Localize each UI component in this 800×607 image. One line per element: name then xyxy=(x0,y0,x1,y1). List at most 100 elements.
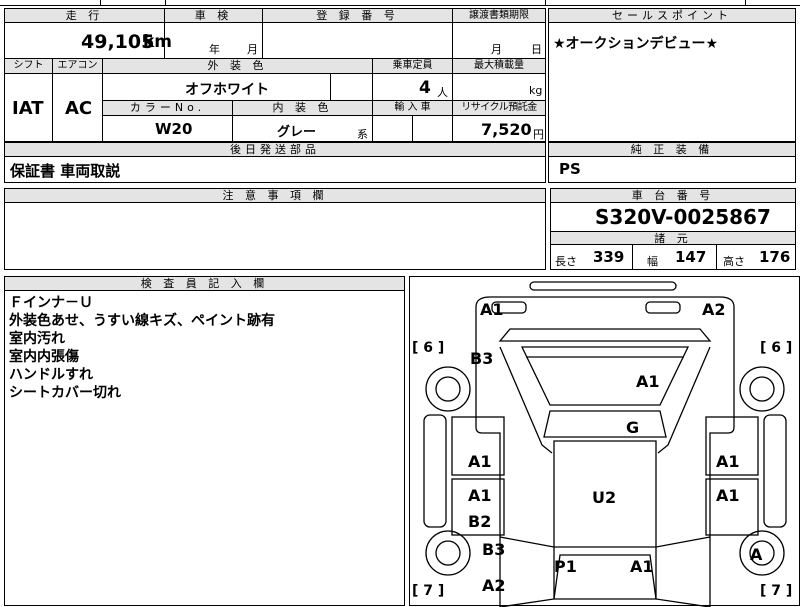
later-shipping-box: 後日発送部品 保証書 車両取説 xyxy=(4,142,546,183)
damage-mark-rear-right-tire: A xyxy=(750,545,763,564)
damage-mark-rear-left-door: A1 xyxy=(468,486,492,505)
headlight-right xyxy=(645,301,681,314)
spec-length-label: 長さ xyxy=(555,255,577,268)
inspection-header: 車 検 xyxy=(165,9,263,23)
tire-rear-left-depth: [ 7 ] xyxy=(412,583,445,599)
mileage-cell: 49,105 km xyxy=(5,23,172,59)
tire-front-left-inner xyxy=(435,376,461,402)
tire-front-right-inner xyxy=(749,376,775,402)
chassis-header: 車 台 番 号 xyxy=(551,189,795,203)
rear-body-shape xyxy=(499,536,555,607)
interior-color-header: 内 装 色 xyxy=(233,101,373,116)
capacity-unit: 人 xyxy=(437,86,448,99)
inspector-notes-list: Ｆインナ－Ｕ 外装色あせ、うすい線キズ、ペイント跡有 室内汚れ 室内内張傷 ハン… xyxy=(9,294,399,402)
inspector-note-line: シートカバー切れ xyxy=(9,385,121,401)
inspection-year: 年 xyxy=(209,43,220,56)
import-cell-b xyxy=(413,116,453,142)
recycle-fee-unit: 円 xyxy=(533,128,544,141)
spec-length-cell: 長さ 339 xyxy=(551,245,633,269)
damage-mark-front-left-corner: A1 xyxy=(480,300,504,319)
color-no-cell: W20 xyxy=(103,116,233,142)
damage-mark-rear-left-panel: P1 xyxy=(554,557,577,576)
transfer-deadline-header: 譲渡書類期限 xyxy=(453,9,545,23)
transfer-deadline-cell: 月 日 xyxy=(453,23,545,59)
chassis-box: 車 台 番 号 S320V-0025867 諸 元 長さ 339 幅 147 高… xyxy=(550,188,796,270)
registration-header: 登 録 番 号 xyxy=(263,9,453,23)
damage-mark-rear-right-door: A1 xyxy=(716,486,740,505)
damage-mark-front-left-fender: B3 xyxy=(470,349,494,368)
max-load-header: 最大積載量 xyxy=(453,59,545,74)
inspection-cell: 年 月 xyxy=(165,23,263,59)
damage-mark-rear-left-corner: A2 xyxy=(482,576,506,595)
vehicle-info-grid: 走 行 車 検 登 録 番 号 譲渡書類期限 49,105 km 年 月 月 日… xyxy=(4,8,546,142)
inspector-note-line: 室内汚れ xyxy=(9,331,65,347)
aircon-value: AC xyxy=(65,98,93,119)
spec-width-cell: 幅 147 xyxy=(633,245,717,269)
exterior-color-value: オフホワイト xyxy=(185,82,269,98)
damage-mark-hood: A1 xyxy=(636,372,660,391)
tire-front-left xyxy=(425,366,471,412)
color-no-value: W20 xyxy=(155,120,193,138)
exterior-color-extra xyxy=(331,74,373,101)
equipment-header: 純 正 装 備 xyxy=(549,143,795,157)
max-load-unit: kg xyxy=(529,84,543,97)
later-shipping-header: 後日発送部品 xyxy=(5,143,545,157)
transfer-month: 月 xyxy=(491,43,502,56)
exterior-color-cell: オフホワイト xyxy=(103,74,331,101)
sales-point-header: セールスポイント xyxy=(549,9,795,23)
tire-rear-left-inner xyxy=(435,540,461,566)
inspector-notes-box: 検 査 員 記 入 欄 Ｆインナ－Ｕ 外装色あせ、うすい線キズ、ペイント跡有 室… xyxy=(4,276,405,606)
damage-mark-front-right-door: A1 xyxy=(716,452,740,471)
max-load-cell: kg xyxy=(453,74,545,101)
registration-cell xyxy=(263,23,453,59)
interior-color-value: グレー xyxy=(277,125,317,140)
top-clip-rule xyxy=(0,5,800,6)
roof-shape xyxy=(543,410,667,438)
aircon-header: エアコン xyxy=(53,59,103,74)
interior-color-suffix: 系 xyxy=(357,128,368,141)
spec-height-label: 高さ xyxy=(723,255,745,268)
specs-header: 諸 元 xyxy=(551,231,795,245)
sill-left xyxy=(423,414,447,528)
tire-front-left-depth: [ 6 ] xyxy=(412,340,445,356)
tire-front-right-depth: [ 6 ] xyxy=(760,340,793,356)
notes-box: 注 意 事 項 欄 xyxy=(4,188,546,270)
transfer-day: 日 xyxy=(531,43,542,56)
notes-header: 注 意 事 項 欄 xyxy=(5,189,545,203)
damage-mark-rear-right-panel: A1 xyxy=(630,557,654,576)
tire-front-right xyxy=(739,366,785,412)
inspector-note-line: 外装色あせ、うすい線キズ、ペイント跡有 xyxy=(9,313,275,329)
inspector-note-line: Ｆインナ－Ｕ xyxy=(9,295,93,311)
exterior-color-header: 外 装 色 xyxy=(103,59,373,74)
damage-mark-windshield: G xyxy=(626,418,640,437)
inspection-month: 月 xyxy=(247,43,258,56)
chassis-number: S320V-0025867 xyxy=(595,205,771,229)
aircon-cell: AC xyxy=(53,74,103,142)
car-diagram xyxy=(423,281,787,607)
capacity-header: 乗車定員 xyxy=(373,59,453,74)
recycle-fee-cell: 7,520 円 xyxy=(453,116,545,142)
capacity-cell: 4 人 xyxy=(373,74,453,101)
spec-length-value: 339 xyxy=(593,248,625,266)
damage-mark-front-left-door: A1 xyxy=(468,452,492,471)
tire-rear-right-depth: [ 7 ] xyxy=(760,583,793,599)
later-shipping-text: 保証書 車両取説 xyxy=(10,162,121,180)
sales-point-box: セールスポイント ★オークションデビュー★ xyxy=(548,8,796,142)
spec-height-cell: 高さ 176 xyxy=(717,245,795,269)
car-diagram-box: [ 6 ] [ 6 ] [ 7 ] [ 7 ] A1 A2 B3 A1 G A1… xyxy=(409,276,800,607)
windshield-shape xyxy=(520,346,690,406)
recycle-fee-value: 7,520 xyxy=(481,120,532,139)
damage-mark-rear-left-sill: B2 xyxy=(468,512,492,531)
interior-color-cell: グレー 系 xyxy=(233,116,373,142)
top-clip-strip xyxy=(0,0,800,6)
inspector-notes-header: 検 査 員 記 入 欄 xyxy=(5,277,404,291)
import-cell-a xyxy=(373,116,413,142)
spec-width-label: 幅 xyxy=(647,255,658,268)
recycle-fee-header: リサイクル預託金 xyxy=(453,101,545,116)
capacity-value: 4 xyxy=(419,78,431,98)
inspector-note-line: 室内内張傷 xyxy=(9,349,79,365)
color-no-header: カラーNo. xyxy=(103,101,233,116)
body-outline xyxy=(475,296,735,607)
spec-height-value: 176 xyxy=(759,248,791,266)
sill-right xyxy=(763,414,787,528)
